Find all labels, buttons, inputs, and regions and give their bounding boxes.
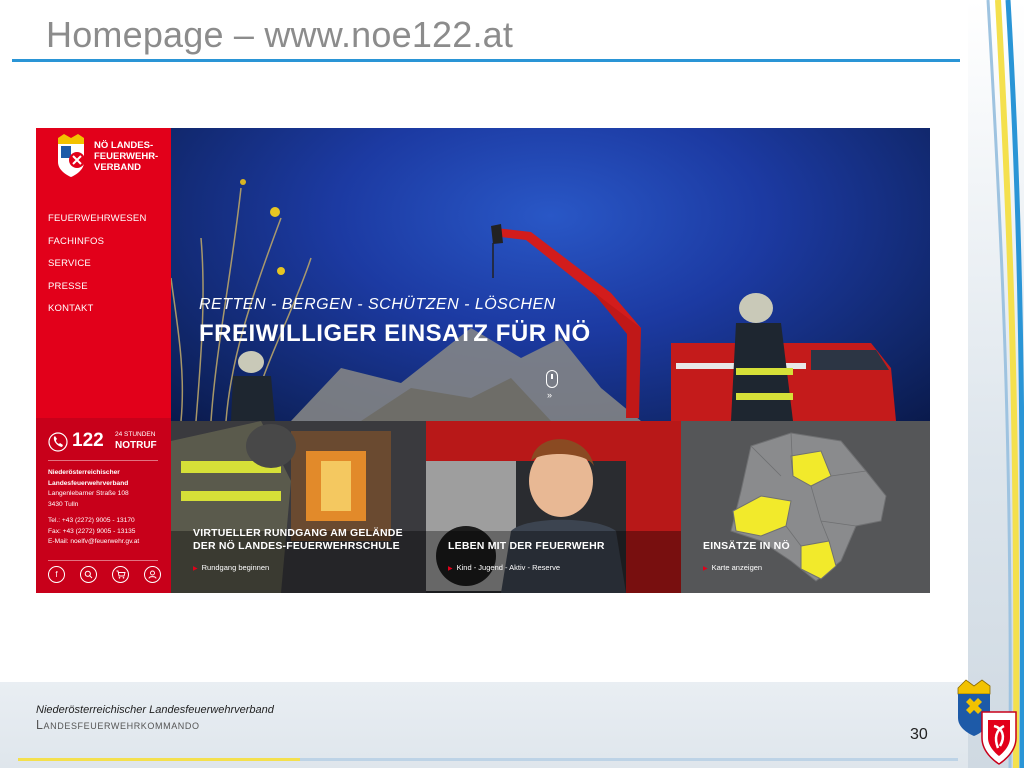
- phone-icon: [48, 432, 68, 452]
- nav-item-service[interactable]: SERVICE: [48, 253, 147, 276]
- website-screenshot: NÖ LANDES- FEUERWEHR- VERBAND FEUERWEHRW…: [36, 128, 930, 593]
- tile-2-link-label: Kind - Jugend - Aktiv - Reserve: [456, 563, 561, 572]
- coat-of-arms-logo: [957, 679, 1017, 765]
- arrow-right-icon: ▶: [703, 566, 708, 572]
- tile-3-link[interactable]: ▶ Karte anzeigen: [703, 563, 762, 572]
- tile-1-link[interactable]: ▶ Rundgang beginnen: [193, 563, 269, 572]
- tile-3-link-label: Karte anzeigen: [711, 563, 763, 572]
- tile-2-link[interactable]: ▶ Kind - Jugend - Aktiv - Reserve: [448, 563, 560, 572]
- tile-1-link-label: Rundgang beginnen: [201, 563, 270, 572]
- divider: [48, 560, 158, 561]
- tile-operations-map[interactable]: EINSÄTZE IN NÖ ▶ Karte anzeigen: [681, 421, 930, 593]
- address-city: 3430 Tulln: [48, 500, 79, 508]
- logo-line-3: VERBAND: [94, 162, 141, 173]
- footer-command: Landesfeuerwehrkommando: [36, 718, 200, 732]
- arrow-right-icon: ▶: [193, 566, 198, 572]
- arrow-right-icon: ▶: [448, 566, 453, 572]
- footer-stripe: [18, 758, 958, 761]
- hero-title: FREIWILLIGER EINSATZ FÜR NÖ: [199, 320, 591, 347]
- tile-life-with-fire-brigade[interactable]: LEBEN MIT DER FEUERWEHR ▶ Kind - Jugend -…: [426, 421, 681, 593]
- site-sidebar: NÖ LANDES- FEUERWEHR- VERBAND FEUERWEHRW…: [36, 128, 171, 593]
- address-tel[interactable]: Tel.: +43 (2272) 9005 - 13170: [48, 516, 139, 527]
- address-name-2: Landesfeuerwehrverband: [48, 479, 129, 487]
- tile-virtual-tour[interactable]: VIRTUELLER RUNDGANG AM GELÄNDE DER NÖ LA…: [171, 421, 426, 593]
- address-name-1: Niederösterreichischer: [48, 469, 120, 476]
- crest-icon: [58, 134, 85, 177]
- emergency-number-value: 122: [72, 430, 104, 451]
- slide-title: Homepage – www.noe122.at: [46, 14, 514, 55]
- contact-box: 122 24 STUNDEN NOTRUF Niederösterreichis…: [36, 418, 171, 593]
- user-icon[interactable]: [144, 566, 161, 583]
- page-number: 30: [910, 726, 928, 743]
- search-icon[interactable]: [80, 566, 97, 583]
- logo-line-1: NÖ LANDES-: [94, 140, 154, 151]
- hero-subtitle: RETTEN - BERGEN - SCHÜTZEN - LÖSCHEN: [199, 296, 556, 313]
- address-email[interactable]: E-Mail: noelfv@feuerwehr.gv.at: [48, 537, 139, 548]
- site-logo[interactable]: NÖ LANDES- FEUERWEHR- VERBAND: [52, 132, 167, 182]
- site-nav: FEUERWEHRWESEN FACHINFOS SERVICE PRESSE …: [48, 208, 147, 321]
- nav-item-kontakt[interactable]: KONTAKT: [48, 298, 147, 321]
- chevron-down-icon[interactable]: »: [547, 390, 552, 400]
- shop-cart-icon[interactable]: [112, 566, 129, 583]
- slide-footer: Niederösterreichischer Landesfeuerwehrve…: [0, 682, 968, 768]
- footer-organization: Niederösterreichischer Landesfeuerwehrve…: [36, 704, 274, 716]
- tile-2-title: LEBEN MIT DER FEUERWEHR: [448, 540, 605, 552]
- nav-item-fachinfos[interactable]: FACHINFOS: [48, 231, 147, 254]
- emergency-number[interactable]: 122 24 STUNDEN NOTRUF: [48, 430, 163, 456]
- nav-item-feuerwehrwesen[interactable]: FEUERWEHRWESEN: [48, 208, 147, 231]
- address-fax: Fax: +43 (2272) 9005 - 13135: [48, 527, 136, 535]
- divider: [48, 460, 158, 461]
- address-block: Niederösterreichischer Landesfeuerwehrve…: [48, 468, 139, 548]
- tile-3-title: EINSÄTZE IN NÖ: [703, 540, 790, 552]
- hero-banner: RETTEN - BERGEN - SCHÜTZEN - LÖSCHEN FRE…: [171, 128, 930, 421]
- facebook-icon[interactable]: f: [48, 566, 65, 583]
- scroll-mouse-icon[interactable]: [546, 370, 558, 388]
- emergency-hours: 24 STUNDEN: [115, 431, 156, 438]
- title-underline: [12, 59, 960, 62]
- tile-1-title-line-2: DER NÖ LANDES-FEUERWEHRSCHULE: [193, 540, 400, 552]
- tile-1-title-line-1: VIRTUELLER RUNDGANG AM GELÄNDE: [193, 527, 403, 539]
- right-decoration: [968, 0, 1024, 768]
- emergency-label: NOTRUF: [115, 440, 157, 451]
- nav-item-presse[interactable]: PRESSE: [48, 276, 147, 299]
- logo-line-2: FEUERWEHR-: [94, 151, 159, 162]
- address-street: Langenlebarner Straße 108: [48, 490, 129, 497]
- social-icons: f: [48, 566, 161, 583]
